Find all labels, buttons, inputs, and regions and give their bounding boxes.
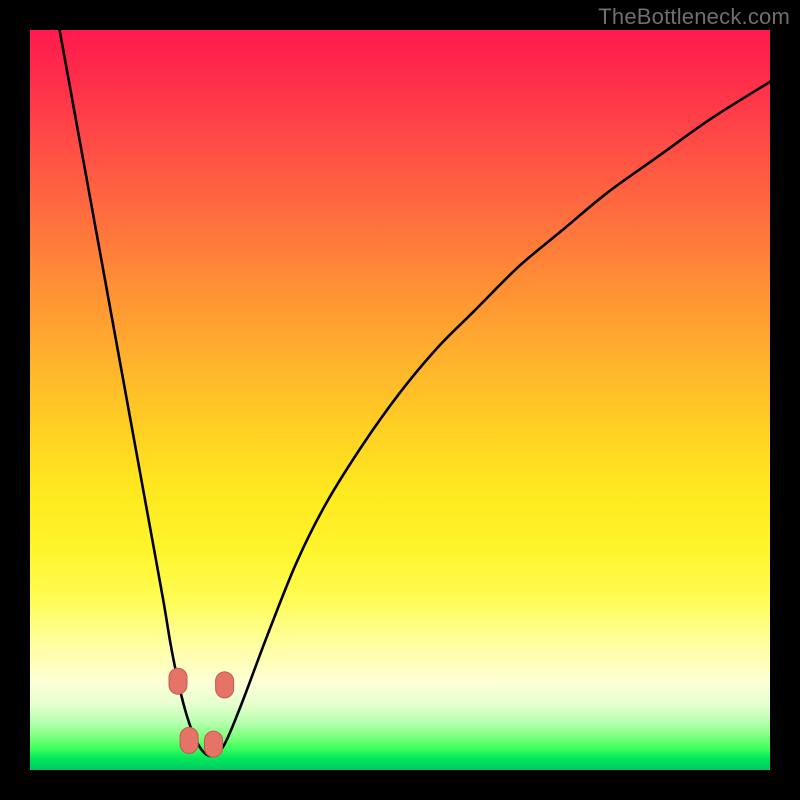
curve-marker	[216, 672, 234, 698]
curve-marker	[180, 727, 198, 753]
chart-plot-area	[30, 30, 770, 770]
curve-marker	[169, 668, 187, 694]
bottleneck-curve	[60, 30, 770, 756]
curve-marker	[205, 731, 223, 757]
chart-svg	[30, 30, 770, 770]
chart-frame: TheBottleneck.com	[0, 0, 800, 800]
watermark-text: TheBottleneck.com	[598, 4, 790, 30]
